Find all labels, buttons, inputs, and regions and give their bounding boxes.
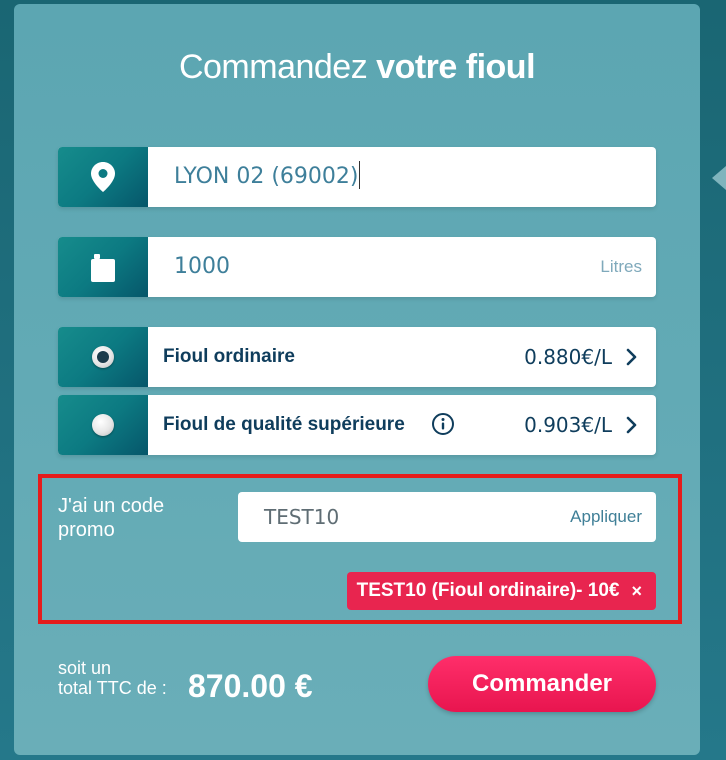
- map-pin-icon: [91, 162, 115, 192]
- location-field[interactable]: LYON 02 (69002): [58, 147, 656, 207]
- radio-unselected-icon[interactable]: [92, 414, 114, 436]
- total-amount: 870.00 €: [188, 668, 313, 704]
- radio-box[interactable]: [58, 395, 148, 455]
- applied-promo-tag: TEST10 (Fioul ordinaire)- 10€ ×: [346, 572, 656, 610]
- info-icon[interactable]: [431, 412, 455, 436]
- carousel-arrow-icon[interactable]: [712, 166, 726, 190]
- fuel-option-label: Fioul ordinaire: [163, 346, 295, 367]
- promo-label: J'ai un code promo: [58, 495, 165, 541]
- page: Commandez votre fioul LYON 02 (69002) 10…: [0, 0, 726, 760]
- fuel-option-price: 0.880€/L: [524, 345, 612, 369]
- fuel-can-icon: [91, 254, 115, 282]
- apply-promo-button[interactable]: Appliquer: [570, 492, 642, 542]
- chevron-right-icon[interactable]: [622, 415, 642, 435]
- promo-code-input[interactable]: TEST10 Appliquer: [238, 492, 656, 542]
- location-input[interactable]: LYON 02 (69002): [174, 147, 361, 207]
- fuel-option-superior[interactable]: Fioul de qualité supérieure 0.903€/L: [58, 395, 656, 455]
- radio-box[interactable]: [58, 327, 148, 387]
- total-label: soit un total TTC de :: [58, 658, 167, 698]
- promo-code-value: TEST10: [264, 505, 340, 529]
- page-title: Commandez votre fioul: [178, 48, 536, 86]
- remove-promo-icon[interactable]: ×: [631, 581, 642, 602]
- fuel-option-ordinary[interactable]: Fioul ordinaire 0.880€/L: [58, 327, 656, 387]
- quantity-icon-box: [58, 237, 148, 297]
- quantity-input[interactable]: 1000: [174, 237, 230, 297]
- fuel-option-price: 0.903€/L: [524, 413, 612, 437]
- quantity-field[interactable]: 1000 Litres: [58, 237, 656, 297]
- chevron-right-icon[interactable]: [622, 347, 642, 367]
- text-caret: [359, 161, 361, 189]
- radio-selected-icon[interactable]: [92, 346, 114, 368]
- location-icon-box: [58, 147, 148, 207]
- order-button[interactable]: Commander: [428, 656, 656, 712]
- fuel-option-label: Fioul de qualité supérieure: [163, 414, 405, 435]
- applied-promo-text: TEST10 (Fioul ordinaire)- 10€: [356, 580, 620, 601]
- quantity-unit: Litres: [600, 257, 642, 276]
